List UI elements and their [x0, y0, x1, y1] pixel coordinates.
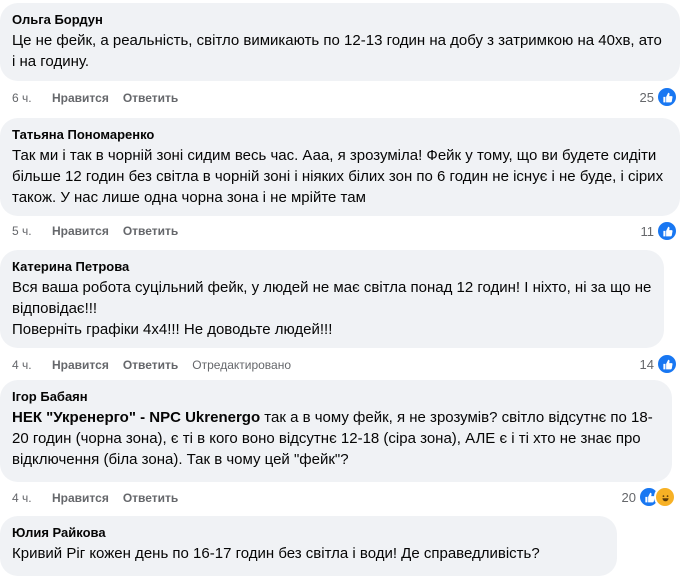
comment-text: Кривий Ріг кожен день по 16-17 годин без… [12, 545, 540, 562]
comment-author[interactable]: Татьяна Пономаренко [12, 126, 668, 143]
comment-timestamp[interactable]: 4 ч. [12, 491, 52, 505]
reaction-count: 11 [640, 223, 655, 239]
comment-bubble: Татьяна Пономаренко Так ми і так в чорні… [0, 118, 680, 216]
comment-author[interactable]: Юлия Райкова [12, 524, 605, 541]
comment-actions: 4 ч. Нравится Ответить [12, 490, 192, 506]
comment-timestamp[interactable]: 5 ч. [12, 224, 52, 238]
reply-button[interactable]: Ответить [123, 358, 178, 372]
comment-text: Це не фейк, а реальність, світло вимикаю… [12, 32, 662, 70]
comment-text: Так ми і так в чорній зоні сидим весь ча… [12, 147, 664, 206]
reaction-summary[interactable]: 11 [640, 220, 678, 242]
comment-actions: 5 ч. Нравится Ответить [12, 223, 192, 239]
like-button[interactable]: Нравится [52, 491, 109, 505]
comment-bubble: Катерина Петрова Вся ваша робота суцільн… [0, 250, 664, 348]
comment-actions: 4 ч. Нравится Ответить Отредактировано [12, 357, 291, 373]
like-button[interactable]: Нравится [52, 224, 109, 238]
like-icon [656, 353, 678, 375]
comment-author[interactable]: Катерина Петрова [12, 258, 652, 275]
comment-text: НЕК "Укренерго" - NPC Ukrenergo так а в … [12, 407, 660, 470]
like-button[interactable]: Нравится [52, 358, 109, 372]
comment-author[interactable]: Ольга Бордун [12, 11, 668, 28]
like-icon [656, 220, 678, 242]
reaction-count: 14 [639, 356, 654, 372]
comment-timestamp[interactable]: 6 ч. [12, 91, 52, 105]
reaction-count: 20 [621, 489, 636, 505]
comment-author[interactable]: Ігор Бабаян [12, 388, 660, 405]
reply-button[interactable]: Ответить [123, 91, 178, 105]
comment-text: Вся ваша робота суцільний фейк, у людей … [12, 279, 652, 338]
haha-icon [654, 486, 676, 508]
reaction-summary[interactable]: 20 [622, 486, 676, 508]
reaction-summary[interactable]: 14 [640, 353, 678, 375]
comment-actions: 6 ч. Нравится Ответить [12, 90, 192, 106]
reaction-count: 25 [639, 89, 654, 105]
reaction-summary[interactable]: 25 [640, 86, 678, 108]
comment-bubble: Ольга Бордун Це не фейк, а реальність, с… [0, 3, 680, 81]
comment-bubble: Ігор Бабаян НЕК "Укренерго" - NPC Ukrene… [0, 380, 672, 482]
comment-timestamp[interactable]: 4 ч. [12, 358, 52, 372]
like-button[interactable]: Нравится [52, 91, 109, 105]
page-mention-link[interactable]: НЕК "Укренерго" - NPC Ukrenergo [12, 409, 260, 426]
reply-button[interactable]: Ответить [123, 224, 178, 238]
edited-label: Отредактировано [192, 358, 292, 372]
reply-button[interactable]: Ответить [123, 491, 178, 505]
like-icon [656, 86, 678, 108]
comment-bubble: Юлия Райкова Кривий Ріг кожен день по 16… [0, 516, 617, 576]
